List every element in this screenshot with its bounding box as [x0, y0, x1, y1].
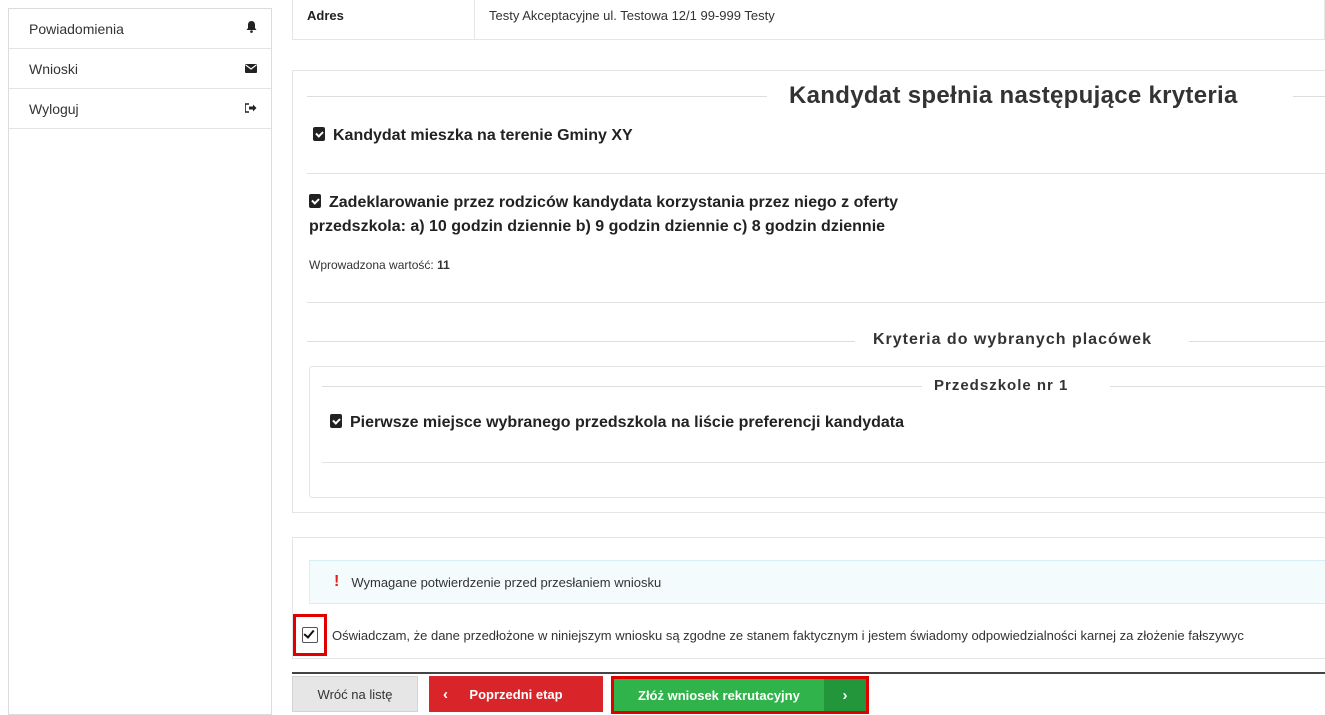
- declaration-checkbox-highlight: [293, 614, 327, 656]
- confirmation-panel: ! Wymagane potwierdzenie przed przesłani…: [292, 537, 1325, 659]
- address-value: Testy Akceptacyjne ul. Testowa 12/1 99-9…: [489, 8, 775, 23]
- criteria-title: Kandydat spełnia następujące kryteria: [789, 82, 1238, 109]
- back-to-list-button[interactable]: Wróć na listę: [292, 676, 418, 712]
- footer-divider: [292, 672, 1325, 674]
- sidebar-item-powiadomienia[interactable]: Powiadomienia: [9, 9, 271, 49]
- separator: [307, 302, 1325, 303]
- chevron-right-icon: ›: [824, 679, 866, 711]
- envelope-icon: [243, 62, 259, 76]
- criterion-item: Pierwsze miejsce wybranego przedszkola n…: [330, 411, 904, 435]
- previous-step-label: Poprzedni etap: [469, 686, 563, 702]
- facility-section-title: Kryteria do wybranych placówek: [873, 331, 1152, 348]
- main-content: Adres Testy Akceptacyjne ul. Testowa 12/…: [292, 0, 1325, 715]
- sidebar-item-label: Wnioski: [29, 60, 79, 77]
- declaration-checkbox[interactable]: [302, 627, 318, 643]
- address-row: Adres Testy Akceptacyjne ul. Testowa 12/…: [292, 0, 1325, 40]
- divider: [1189, 341, 1325, 342]
- separator: [322, 462, 1325, 463]
- alert-text: Wymagane potwierdzenie przed przesłaniem…: [351, 574, 662, 590]
- declaration-row: Oświadczam, że dane przedłożone w niniej…: [293, 614, 1325, 656]
- divider: [307, 96, 767, 97]
- divider: [307, 341, 855, 342]
- criterion-text: Pierwsze miejsce wybranego przedszkola n…: [350, 414, 905, 431]
- submit-application-button[interactable]: Złóż wniosek rekrutacyjny ›: [614, 679, 866, 711]
- divider: [1110, 386, 1325, 387]
- sidebar-menu: Powiadomienia Wnioski Wyloguj: [8, 8, 272, 715]
- facility-name: Przedszkole nr 1: [934, 377, 1069, 394]
- criterion-text: Zadeklarowanie przez rodziców kandydata …: [329, 194, 899, 211]
- bell-icon: [243, 21, 259, 36]
- sidebar-item-label: Wyloguj: [29, 100, 79, 117]
- exclamation-icon: !: [334, 573, 340, 590]
- submit-button-highlight: Złóż wniosek rekrutacyjny ›: [611, 676, 869, 714]
- criterion-text: Kandydat mieszka na terenie Gminy XY: [333, 127, 633, 144]
- previous-step-button[interactable]: ‹ Poprzedni etap: [429, 676, 603, 712]
- clipboard-check-icon: [330, 414, 342, 428]
- clipboard-check-icon: [313, 127, 325, 141]
- chevron-left-icon: ‹: [443, 685, 448, 703]
- separator: [307, 173, 1325, 174]
- divider: [1293, 96, 1325, 97]
- clipboard-check-icon: [309, 194, 321, 208]
- facility-box: Przedszkole nr 1 Pierwsze miejsce wybran…: [309, 366, 1325, 498]
- confirmation-alert: ! Wymagane potwierdzenie przed przesłani…: [309, 560, 1325, 604]
- criteria-panel: Kandydat spełnia następujące kryteria Ka…: [292, 70, 1325, 513]
- sidebar-item-wnioski[interactable]: Wnioski: [9, 49, 271, 89]
- declaration-text: Oświadczam, że dane przedłożone w niniej…: [332, 627, 1244, 643]
- entered-value-row: Wprowadzona wartość: 11: [309, 258, 450, 272]
- criterion-item: Zadeklarowanie przez rodziców kandydata …: [309, 191, 898, 239]
- sidebar-item-wyloguj[interactable]: Wyloguj: [9, 89, 271, 129]
- submit-label: Złóż wniosek rekrutacyjny: [638, 687, 800, 703]
- entered-value-label: Wprowadzona wartość:: [309, 258, 434, 272]
- sidebar-item-label: Powiadomienia: [29, 20, 124, 37]
- address-label: Adres: [293, 0, 475, 39]
- criterion-text: przedszkola: a) 10 godzin dziennie b) 9 …: [309, 218, 886, 235]
- criterion-item: Kandydat mieszka na terenie Gminy XY: [313, 124, 633, 148]
- entered-value: 11: [437, 258, 450, 272]
- sign-out-icon: [243, 102, 259, 116]
- divider: [322, 386, 922, 387]
